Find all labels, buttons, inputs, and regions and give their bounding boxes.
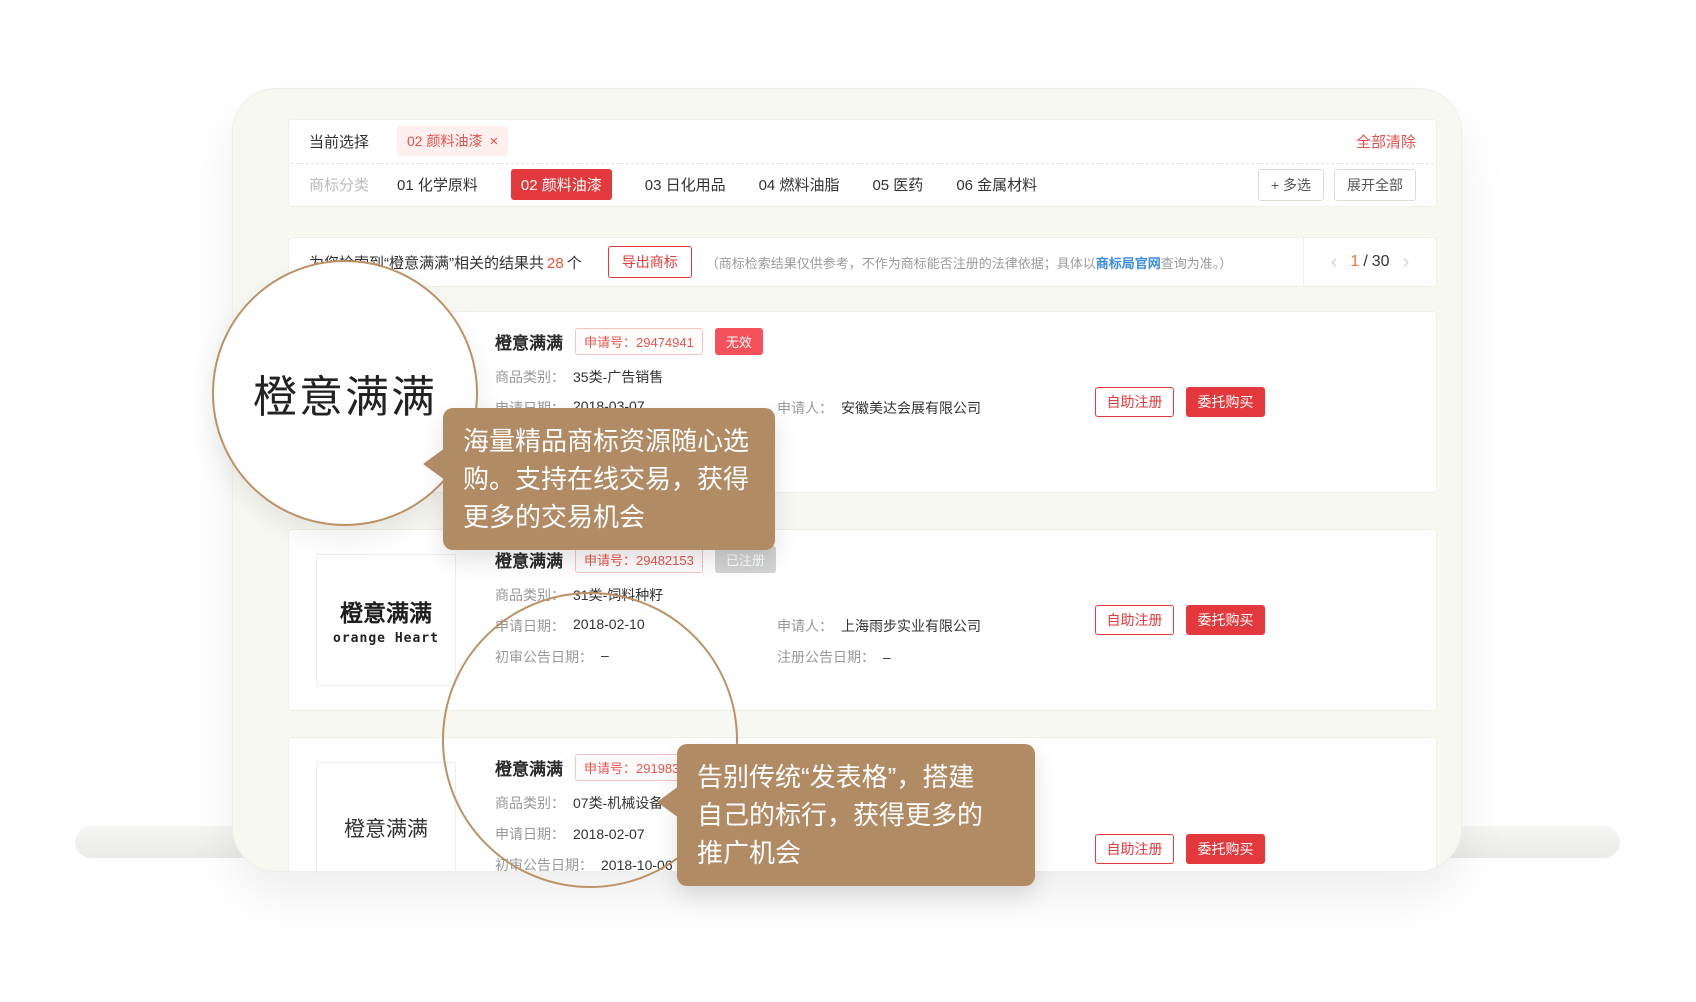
chip-label: 02 颜料油漆 bbox=[407, 131, 482, 151]
filter-panel: 当前选择 02 颜料油漆 × 全部清除 商标分类 01 化学原料 02 颜料油漆… bbox=[288, 119, 1437, 207]
category-field-label: 商品类别： bbox=[495, 367, 565, 387]
self-register-button[interactable]: 自助注册 bbox=[1095, 834, 1174, 864]
row-actions: 自助注册 委托购买 bbox=[1095, 834, 1265, 864]
result-count: 28 bbox=[547, 255, 564, 272]
status-badge: 无效 bbox=[715, 328, 763, 355]
prev-page-icon[interactable]: ‹ bbox=[1331, 252, 1338, 272]
application-number-chip: 申请号：29474941 bbox=[575, 328, 703, 355]
entrust-buy-button[interactable]: 委托购买 bbox=[1186, 834, 1265, 864]
applicant-value: 上海雨步实业有限公司 bbox=[841, 616, 981, 636]
next-page-icon[interactable]: › bbox=[1403, 252, 1410, 272]
applicant-label: 申请人： bbox=[777, 616, 833, 636]
row-actions: 自助注册 委托购买 bbox=[1095, 605, 1265, 635]
applicant-label: 申请人： bbox=[777, 398, 833, 418]
magnified-logo-text: 橙意满满 bbox=[253, 361, 437, 425]
category-tabs: 01 化学原料 02 颜料油漆 03 日化用品 04 燃料油脂 05 医药 06… bbox=[397, 169, 1037, 200]
current-selection-label: 当前选择 bbox=[309, 131, 369, 152]
close-icon[interactable]: × bbox=[489, 133, 498, 150]
results-header: 为您检索到“橙意满满”相关的结果共28个 导出商标 （商标检索结果仅供参考，不作… bbox=[288, 237, 1437, 287]
category-label: 商标分类 bbox=[309, 174, 369, 195]
logo-text: 橙意满满 bbox=[340, 594, 432, 628]
pagination: ‹ 1/ 30 › bbox=[1303, 238, 1436, 286]
export-trademark-button[interactable]: 导出商标 bbox=[608, 246, 692, 278]
page: 当前选择 02 颜料油漆 × 全部清除 商标分类 01 化学原料 02 颜料油漆… bbox=[0, 0, 1696, 1002]
tooltip-build-shop: 告别传统“发表格”，搭建 自己的标行，获得更多的 推广机会 bbox=[677, 744, 1035, 886]
entrust-buy-button[interactable]: 委托购买 bbox=[1186, 605, 1265, 635]
row-actions: 自助注册 委托购买 bbox=[1095, 387, 1265, 417]
applicant-value: 安徽美达会展有限公司 bbox=[841, 398, 981, 418]
multi-select-button[interactable]: + 多选 bbox=[1258, 169, 1324, 201]
registration-publication-label: 注册公告日期： bbox=[777, 647, 875, 667]
tab-category-05[interactable]: 05 医药 bbox=[872, 174, 923, 195]
total-pages: 30 bbox=[1372, 253, 1390, 270]
clear-all-button[interactable]: 全部清除 bbox=[1356, 131, 1416, 152]
tab-category-04[interactable]: 04 燃料油脂 bbox=[759, 174, 840, 195]
tab-category-03[interactable]: 03 日化用品 bbox=[645, 174, 726, 195]
disclaimer-prefix: （商标检索结果仅供参考，不作为商标能否注册的法律依据；具体以 bbox=[706, 256, 1096, 271]
trademark-logo: 橙意满满 orange Heart bbox=[316, 554, 456, 686]
logo-text: 橙意满满 bbox=[344, 813, 428, 843]
trademark-logo: 橙意满满 bbox=[316, 762, 456, 872]
selected-category-chip[interactable]: 02 颜料油漆 × bbox=[397, 126, 508, 156]
logo-magnifier-circle: 橙意满满 bbox=[212, 260, 478, 526]
trademark-office-link[interactable]: 商标局官网 bbox=[1096, 256, 1161, 271]
trademark-name[interactable]: 橙意满满 bbox=[495, 329, 563, 354]
disclaimer: （商标检索结果仅供参考，不作为商标能否注册的法律依据；具体以商标局官网查询为准。… bbox=[706, 253, 1233, 272]
tab-category-02-active[interactable]: 02 颜料油漆 bbox=[511, 169, 612, 200]
expand-all-button[interactable]: 展开全部 bbox=[1334, 169, 1416, 201]
logo-subtext: orange Heart bbox=[333, 631, 439, 646]
self-register-button[interactable]: 自助注册 bbox=[1095, 387, 1174, 417]
page-separator: / bbox=[1363, 253, 1367, 270]
entrust-buy-button[interactable]: 委托购买 bbox=[1186, 387, 1265, 417]
trademark-info: 橙意满满 申请号：29474941 无效 商品类别： 35类-广告销售 申请日期… bbox=[495, 324, 981, 420]
tooltip-buy-trademarks: 海量精品商标资源随心选 购。支持在线交易，获得 更多的交易机会 bbox=[443, 408, 775, 550]
self-register-button[interactable]: 自助注册 bbox=[1095, 605, 1174, 635]
count-unit: 个 bbox=[567, 255, 582, 272]
page-indicator: 1/ 30 bbox=[1350, 253, 1389, 271]
category-row: 商标分类 01 化学原料 02 颜料油漆 03 日化用品 04 燃料油脂 05 … bbox=[289, 164, 1436, 207]
tab-category-06[interactable]: 06 金属材料 bbox=[956, 174, 1037, 195]
trademark-name[interactable]: 橙意满满 bbox=[495, 547, 563, 572]
current-selection-row: 当前选择 02 颜料油漆 × 全部清除 bbox=[289, 120, 1436, 163]
tab-category-01[interactable]: 01 化学原料 bbox=[397, 174, 478, 195]
disclaimer-suffix: 查询为准。） bbox=[1161, 256, 1233, 271]
current-page: 1 bbox=[1350, 253, 1359, 270]
registration-publication-value: – bbox=[883, 649, 891, 665]
category-field-value: 35类-广告销售 bbox=[573, 367, 663, 387]
